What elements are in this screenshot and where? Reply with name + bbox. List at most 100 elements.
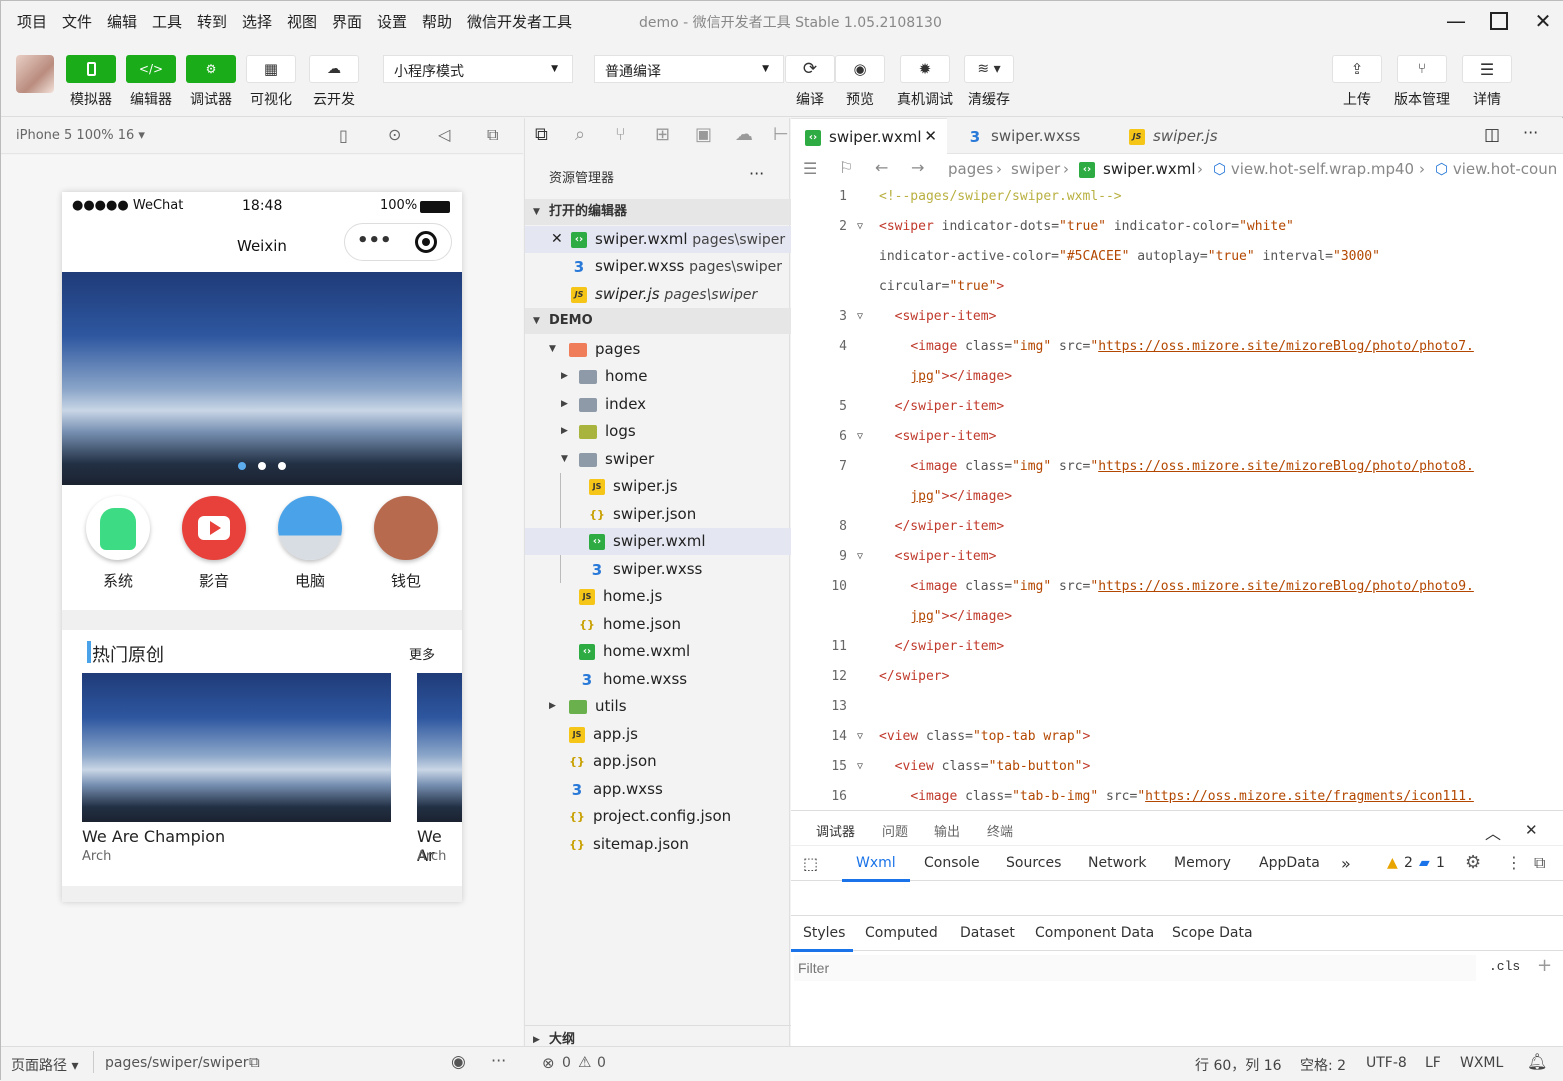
encoding[interactable]: UTF-8 — [1366, 1055, 1407, 1071]
back-arrow-icon[interactable]: ← — [875, 158, 888, 177]
close-icon[interactable]: ✕ — [1528, 7, 1558, 35]
forward-arrow-icon[interactable]: → — [911, 158, 924, 177]
menu-project[interactable]: 项目 — [17, 11, 47, 32]
search-icon[interactable]: ⌕ — [575, 124, 585, 145]
editor-button[interactable]: </> — [126, 55, 176, 83]
upload-button[interactable]: ⇪ — [1332, 55, 1382, 83]
source-control-icon[interactable]: ⑂ — [615, 124, 626, 145]
close-icon[interactable]: ✕ — [551, 226, 563, 253]
chevron-up-icon[interactable]: ︿ — [1485, 820, 1501, 844]
tree-folder-pages[interactable]: ▼ pages — [525, 336, 791, 363]
more-link[interactable]: 更多 — [409, 644, 435, 663]
maximize-icon[interactable] — [1484, 7, 1514, 35]
tree-file[interactable]: {} project.config.json — [525, 803, 791, 830]
tab-styles[interactable]: Styles — [803, 925, 845, 941]
run-icon[interactable]: ⊢ — [773, 124, 789, 145]
settings-gear-icon[interactable]: ⚙ — [1465, 852, 1481, 873]
tree-file[interactable]: {} home.json — [525, 611, 791, 638]
tree-file[interactable]: {} swiper.json — [525, 501, 791, 528]
tree-file[interactable]: 3 app.wxss — [525, 776, 791, 803]
tab-swiper-js[interactable]: JS swiper.js — [1115, 118, 1259, 154]
tree-file[interactable]: JS home.js — [525, 583, 791, 610]
mode-select[interactable]: 小程序模式 ▼ — [383, 55, 573, 83]
more-dots-icon[interactable]: ··· — [491, 1051, 506, 1070]
card-image[interactable] — [82, 673, 391, 822]
visual-button[interactable]: ▦ — [246, 55, 296, 83]
tab-output[interactable]: 输出 — [934, 821, 960, 840]
open-editor-item[interactable]: JS swiper.js pages\swiper — [525, 281, 791, 308]
menu-file[interactable]: 文件 — [62, 11, 92, 32]
tab-swiper-wxss[interactable]: 3 swiper.wxss — [953, 118, 1109, 154]
fold-chevron-icon[interactable]: ▽ — [857, 551, 863, 562]
tree-file[interactable]: {} sitemap.json — [525, 831, 791, 858]
storage-icon[interactable]: ▣ — [695, 124, 712, 145]
minimize-icon[interactable]: — — [1441, 7, 1471, 35]
tab-memory[interactable]: Memory — [1174, 855, 1231, 871]
tree-file[interactable]: JS swiper.js — [525, 473, 791, 500]
warning-icon[interactable]: ⚠ — [578, 1053, 591, 1071]
project-header[interactable]: ▼ DEMO — [525, 308, 791, 334]
volume-icon[interactable]: ◁ — [438, 125, 450, 144]
tree-file[interactable]: {} app.json — [525, 748, 791, 775]
tab-computed[interactable]: Computed — [865, 925, 938, 941]
tab-swiper-wxml[interactable]: ‹› swiper.wxml ✕ — [791, 118, 947, 154]
capsule-menu[interactable]: ••• — [344, 223, 452, 261]
tree-folder-index[interactable]: ▶ index — [525, 391, 791, 418]
tab-scope-data[interactable]: Scope Data — [1172, 925, 1253, 941]
split-editor-icon[interactable]: ◫ — [1484, 125, 1500, 145]
tab-appdata[interactable]: AppData — [1259, 855, 1320, 871]
debugger-button[interactable]: ⚙ — [186, 55, 236, 83]
card-image[interactable] — [417, 673, 462, 822]
tab-terminal[interactable]: 终端 — [987, 821, 1013, 840]
breadcrumb-item[interactable]: ⬡ view.hot-coun — [1435, 160, 1557, 178]
tab-dataset[interactable]: Dataset — [960, 925, 1015, 941]
menu-settings[interactable]: 设置 — [377, 11, 407, 32]
indentation[interactable]: 空格: 2 — [1300, 1055, 1346, 1075]
files-icon[interactable]: ⧉ — [535, 124, 548, 145]
category-media[interactable]: 影音 — [181, 496, 247, 591]
close-panel-icon[interactable]: ✕ — [1525, 821, 1538, 839]
compile-select[interactable]: 普通编译 ▼ — [594, 55, 784, 83]
cls-button[interactable]: .cls — [1489, 959, 1520, 974]
dock-icon[interactable]: ⧉ — [1534, 853, 1545, 873]
tree-folder-logs[interactable]: ▶ logs — [525, 418, 791, 445]
tab-debugger[interactable]: 调试器 — [816, 821, 855, 840]
compile-button[interactable]: ⟳ — [785, 55, 835, 83]
fold-chevron-icon[interactable]: ▽ — [857, 431, 863, 442]
menu-edit[interactable]: 编辑 — [107, 11, 137, 32]
close-icon[interactable]: ✕ — [924, 127, 937, 145]
code-area[interactable]: 1 2 3 4 5 6 7 8 9 10 11 12 13 14 15 16 ▽… — [791, 184, 1563, 810]
open-editor-item[interactable]: 3 swiper.wxss pages\swiper — [525, 253, 791, 280]
inspect-icon[interactable]: ⬚ — [803, 854, 818, 873]
details-button[interactable]: ☰ — [1462, 55, 1512, 83]
kebab-menu-icon[interactable]: ⋮ — [1506, 853, 1522, 872]
remote-debug-button[interactable]: ✹ — [900, 55, 950, 83]
tab-sources[interactable]: Sources — [1006, 855, 1061, 871]
cursor-position[interactable]: 行 60，列 16 — [1195, 1055, 1282, 1075]
explorer-more-icon[interactable]: ··· — [749, 164, 764, 183]
breadcrumb-item[interactable]: pages — [948, 160, 993, 178]
open-editor-item[interactable]: ✕ ‹› swiper.wxml pages\swiper — [525, 226, 791, 253]
tree-folder-utils[interactable]: ▶ utils — [525, 693, 791, 720]
breadcrumb-item[interactable]: ‹› swiper.wxml — [1079, 160, 1195, 178]
error-icon[interactable]: ⊗ — [542, 1054, 555, 1072]
tree-folder-swiper[interactable]: ▼ swiper — [525, 446, 791, 473]
tab-component-data[interactable]: Component Data — [1035, 925, 1154, 941]
menu-interface[interactable]: 界面 — [332, 11, 362, 32]
tab-problems[interactable]: 问题 — [882, 821, 908, 840]
add-style-icon[interactable]: + — [1537, 955, 1552, 976]
page-path-select[interactable]: 页面路径 ▾ — [11, 1055, 78, 1075]
outline-header[interactable]: ▶ 大纲 — [525, 1025, 791, 1047]
tree-file[interactable]: 3 swiper.wxss — [525, 556, 791, 583]
copy-icon[interactable]: ⧉ — [249, 1053, 260, 1071]
breadcrumb-item[interactable]: ⬡ view.hot-self.wrap.mp40 — [1213, 160, 1414, 178]
docker-icon[interactable]: ☁ — [735, 124, 753, 145]
more-dots-icon[interactable]: ••• — [357, 230, 392, 251]
tree-file[interactable]: ‹› home.wxml — [525, 638, 791, 665]
clear-cache-button[interactable]: ≋ ▾ — [964, 55, 1014, 83]
category-wallet[interactable]: 钱包 — [373, 496, 439, 591]
stop-icon[interactable]: ⊙ — [388, 125, 401, 144]
exit-icon[interactable] — [415, 231, 437, 253]
fold-chevron-icon[interactable]: ▽ — [857, 731, 863, 742]
category-computer[interactable]: 电脑 — [277, 496, 343, 591]
